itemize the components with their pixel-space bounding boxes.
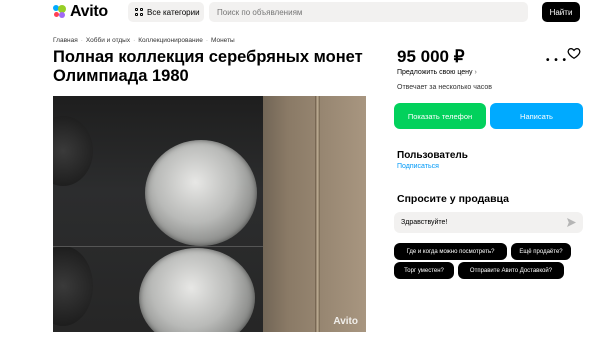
ask-seller-title: Спросите у продавца (397, 193, 509, 205)
breadcrumb: Главная · Хобби и отдых · Коллекциониров… (53, 37, 235, 44)
offer-price-link[interactable]: Предложить свою цену › (397, 69, 477, 76)
logo-text: Avito (70, 3, 108, 20)
seller-name[interactable]: Пользователь (397, 150, 468, 161)
breadcrumb-home[interactable]: Главная (53, 37, 78, 44)
reply-time: Отвечает за несколько часов (397, 84, 492, 91)
photo-background-rod (315, 96, 320, 332)
subscribe-link[interactable]: Подписаться (397, 163, 439, 170)
breadcrumb-coins[interactable]: Монеты (211, 37, 235, 44)
write-button[interactable]: Написать (490, 103, 583, 129)
heart-icon[interactable] (567, 46, 581, 60)
breadcrumb-collecting[interactable]: Коллекционирование (138, 37, 203, 44)
quick-question-chip[interactable]: Торг уместен? (394, 262, 454, 279)
quick-question-chip[interactable]: Где и когда можно посмотреть? (394, 243, 507, 260)
all-categories-button[interactable]: Все категории (128, 2, 204, 22)
message-value: Здравствуйте! (401, 219, 448, 226)
photo-watermark: Avito (333, 316, 358, 327)
price: 95 000 ₽ (397, 47, 465, 66)
listing-photo[interactable]: Avito (53, 96, 366, 332)
offer-price-label: Предложить свою цену (397, 69, 473, 76)
quick-question-chip[interactable]: Ещё продаёте? (511, 243, 571, 260)
page-title: Полная коллекция серебряных монет Олимпи… (53, 48, 363, 85)
search-input[interactable]: Поиск по объявлениям (209, 2, 528, 22)
all-categories-label: Все категории (147, 7, 200, 17)
show-phone-button[interactable]: Показать телефон (394, 103, 486, 129)
silver-coin (145, 140, 257, 246)
breadcrumb-hobby[interactable]: Хобби и отдых (86, 37, 130, 44)
send-icon[interactable] (567, 218, 576, 227)
find-button[interactable]: Найти (542, 2, 580, 22)
logo-icon (53, 5, 67, 19)
grid-icon (135, 8, 143, 16)
avito-logo[interactable]: Avito (53, 3, 108, 21)
top-header: Avito Все категории Поиск по объявлениям… (0, 0, 604, 25)
quick-question-chip[interactable]: Отправите Авито Доставкой? (458, 262, 564, 279)
message-input[interactable]: Здравствуйте! (394, 212, 583, 233)
chevron-right-icon: › (474, 69, 477, 76)
more-icon[interactable]: • • • (546, 55, 567, 66)
